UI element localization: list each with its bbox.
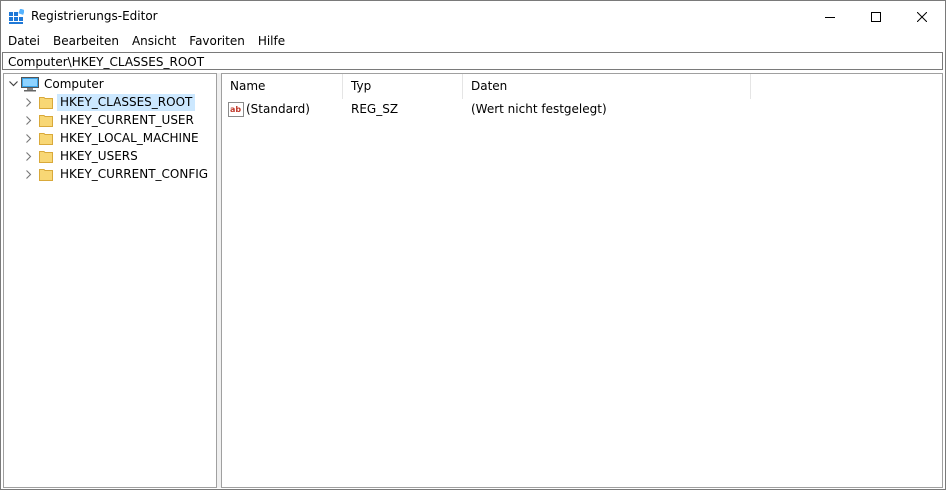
tree-label: HKEY_CLASSES_ROOT: [57, 93, 196, 111]
address-bar[interactable]: Computer\HKEY_CLASSES_ROOT: [2, 52, 943, 70]
minimize-icon: [825, 16, 835, 18]
column-header-data[interactable]: Daten: [463, 74, 751, 99]
value-data: (Wert nicht festgelegt): [471, 102, 607, 116]
tree-item-hkey-current-config[interactable]: HKEY_CURRENT_CONFIG: [23, 165, 211, 183]
tree-item-hkey-users[interactable]: HKEY_USERS: [23, 147, 141, 165]
tree-label: HKEY_CURRENT_USER: [60, 112, 194, 127]
svg-text:ab: ab: [230, 105, 241, 114]
chevron-right-icon[interactable]: [23, 93, 35, 111]
value-type: REG_SZ: [351, 102, 399, 116]
tree-item-hkey-current-user[interactable]: HKEY_CURRENT_USER: [23, 111, 197, 129]
maximize-icon: [871, 11, 881, 22]
menu-datei[interactable]: Datei: [1, 32, 46, 51]
window-title: Registrierungs-Editor: [31, 9, 158, 23]
list-header: Name Typ Daten: [222, 74, 942, 99]
tree-label-computer: Computer: [44, 76, 104, 91]
chevron-right-icon[interactable]: [23, 129, 35, 147]
string-value-icon: ab: [228, 101, 244, 117]
chevron-right-icon[interactable]: [23, 165, 35, 183]
tree-label: HKEY_USERS: [60, 148, 138, 163]
title-bar[interactable]: Registrierungs-Editor: [1, 1, 945, 32]
close-button[interactable]: [899, 1, 945, 32]
tree-item-computer[interactable]: Computer: [7, 75, 107, 93]
regedit-icon: [9, 9, 24, 24]
maximize-button[interactable]: [853, 1, 899, 32]
key-tree[interactable]: Computer HKEY_CLASSES_ROOT HKEY_CURRENT_…: [3, 73, 217, 488]
menu-bearbeiten[interactable]: Bearbeiten: [46, 32, 125, 51]
tree-label: HKEY_CURRENT_CONFIG: [60, 166, 209, 181]
folder-icon: [39, 169, 53, 181]
chevron-right-icon[interactable]: [23, 111, 35, 129]
cell-name: ab (Standard): [222, 100, 343, 118]
menu-ansicht[interactable]: Ansicht: [125, 32, 182, 51]
folder-icon: [39, 133, 53, 145]
folder-icon: [39, 97, 53, 109]
tree-item-hkey-local-machine[interactable]: HKEY_LOCAL_MACHINE: [23, 129, 202, 147]
tree-item-hkey-classes-root[interactable]: HKEY_CLASSES_ROOT: [23, 93, 196, 111]
values-list[interactable]: Name Typ Daten ab (Standard) REG_SZ (Wer…: [221, 73, 943, 488]
menu-hilfe[interactable]: Hilfe: [251, 32, 291, 51]
menu-bar: Datei Bearbeiten Ansicht Favoriten Hilfe: [1, 32, 945, 51]
folder-icon: [39, 115, 53, 127]
close-icon: [917, 11, 927, 22]
menu-favoriten[interactable]: Favoriten: [182, 32, 251, 51]
registry-editor-window: Registrierungs-Editor Datei Bearbeiten A…: [0, 0, 946, 490]
column-header-name[interactable]: Name: [222, 74, 343, 99]
value-name: (Standard): [246, 102, 310, 116]
folder-icon: [39, 151, 53, 163]
list-item[interactable]: ab (Standard) REG_SZ (Wert nicht festgel…: [222, 100, 942, 118]
minimize-button[interactable]: [807, 1, 853, 32]
computer-icon: [21, 76, 39, 91]
tree-label: HKEY_LOCAL_MACHINE: [60, 130, 199, 145]
chevron-down-icon[interactable]: [7, 75, 19, 93]
chevron-right-icon[interactable]: [23, 147, 35, 165]
column-header-type[interactable]: Typ: [343, 74, 463, 99]
